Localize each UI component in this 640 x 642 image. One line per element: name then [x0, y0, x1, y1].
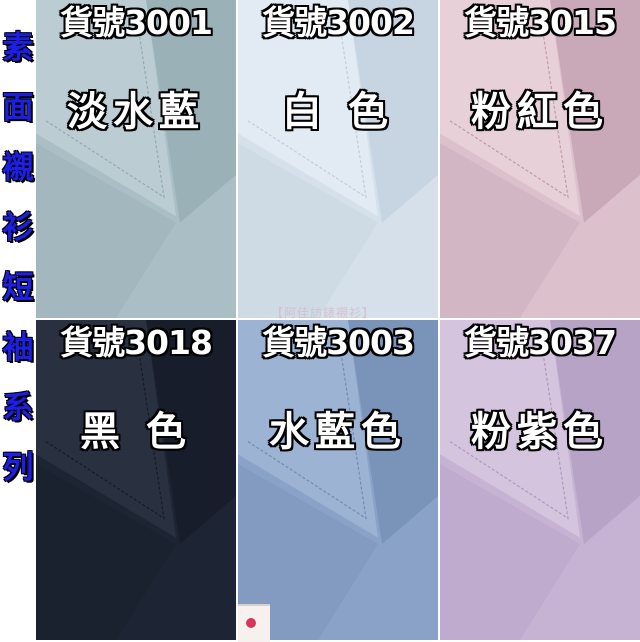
- series-title-char: 袖: [2, 330, 34, 366]
- series-title-char: 襯: [2, 150, 34, 186]
- color-name: 粉紫色: [471, 409, 609, 455]
- series-title-char: 面: [2, 90, 34, 126]
- swatch-tile-3002[interactable]: 貨號3002 白 色: [238, 0, 438, 318]
- series-title-char: 短: [2, 270, 34, 306]
- item-code: 貨號3001: [60, 3, 213, 42]
- item-code: 貨號3015: [464, 3, 617, 42]
- shirt-collar-photo: [238, 320, 438, 640]
- color-name: 黑 色: [80, 409, 192, 455]
- color-name: 白 色: [282, 89, 394, 135]
- color-name: 水藍色: [269, 409, 407, 455]
- swatch-tile-3015[interactable]: 貨號3015 粉紅色: [440, 0, 640, 318]
- shirt-collar-photo: [238, 0, 438, 318]
- color-name: 淡水藍: [67, 89, 205, 135]
- shirt-collar-photo: [440, 320, 640, 640]
- item-code: 貨號3037: [464, 323, 617, 362]
- series-title-char: 系: [2, 390, 34, 426]
- swatch-tile-3003[interactable]: 貨號3003 水藍色: [238, 320, 438, 640]
- shirt-collar-photo: [440, 0, 640, 318]
- item-code: 貨號3003: [262, 323, 415, 362]
- swatch-tile-3001[interactable]: 貨號3001 淡水藍: [36, 0, 236, 318]
- shirt-collar-photo: [36, 320, 236, 640]
- color-name: 粉紅色: [471, 89, 609, 135]
- series-title-char: 衫: [2, 210, 34, 246]
- garment-tag: [238, 604, 270, 642]
- color-swatch-grid: 貨號3001 淡水藍 貨號3002 白 色 貨號3015 粉紅色 貨號3018 …: [36, 0, 640, 640]
- item-code: 貨號3018: [60, 323, 213, 362]
- series-title-char: 素: [2, 30, 34, 66]
- series-title-char: 列: [2, 450, 34, 486]
- swatch-tile-3018[interactable]: 貨號3018 黑 色: [36, 320, 236, 640]
- series-title-vertical: 素 面 襯 衫 短 袖 系 列: [0, 0, 36, 640]
- swatch-tile-3037[interactable]: 貨號3037 粉紫色: [440, 320, 640, 640]
- item-code: 貨號3002: [262, 3, 415, 42]
- shirt-collar-photo: [36, 0, 236, 318]
